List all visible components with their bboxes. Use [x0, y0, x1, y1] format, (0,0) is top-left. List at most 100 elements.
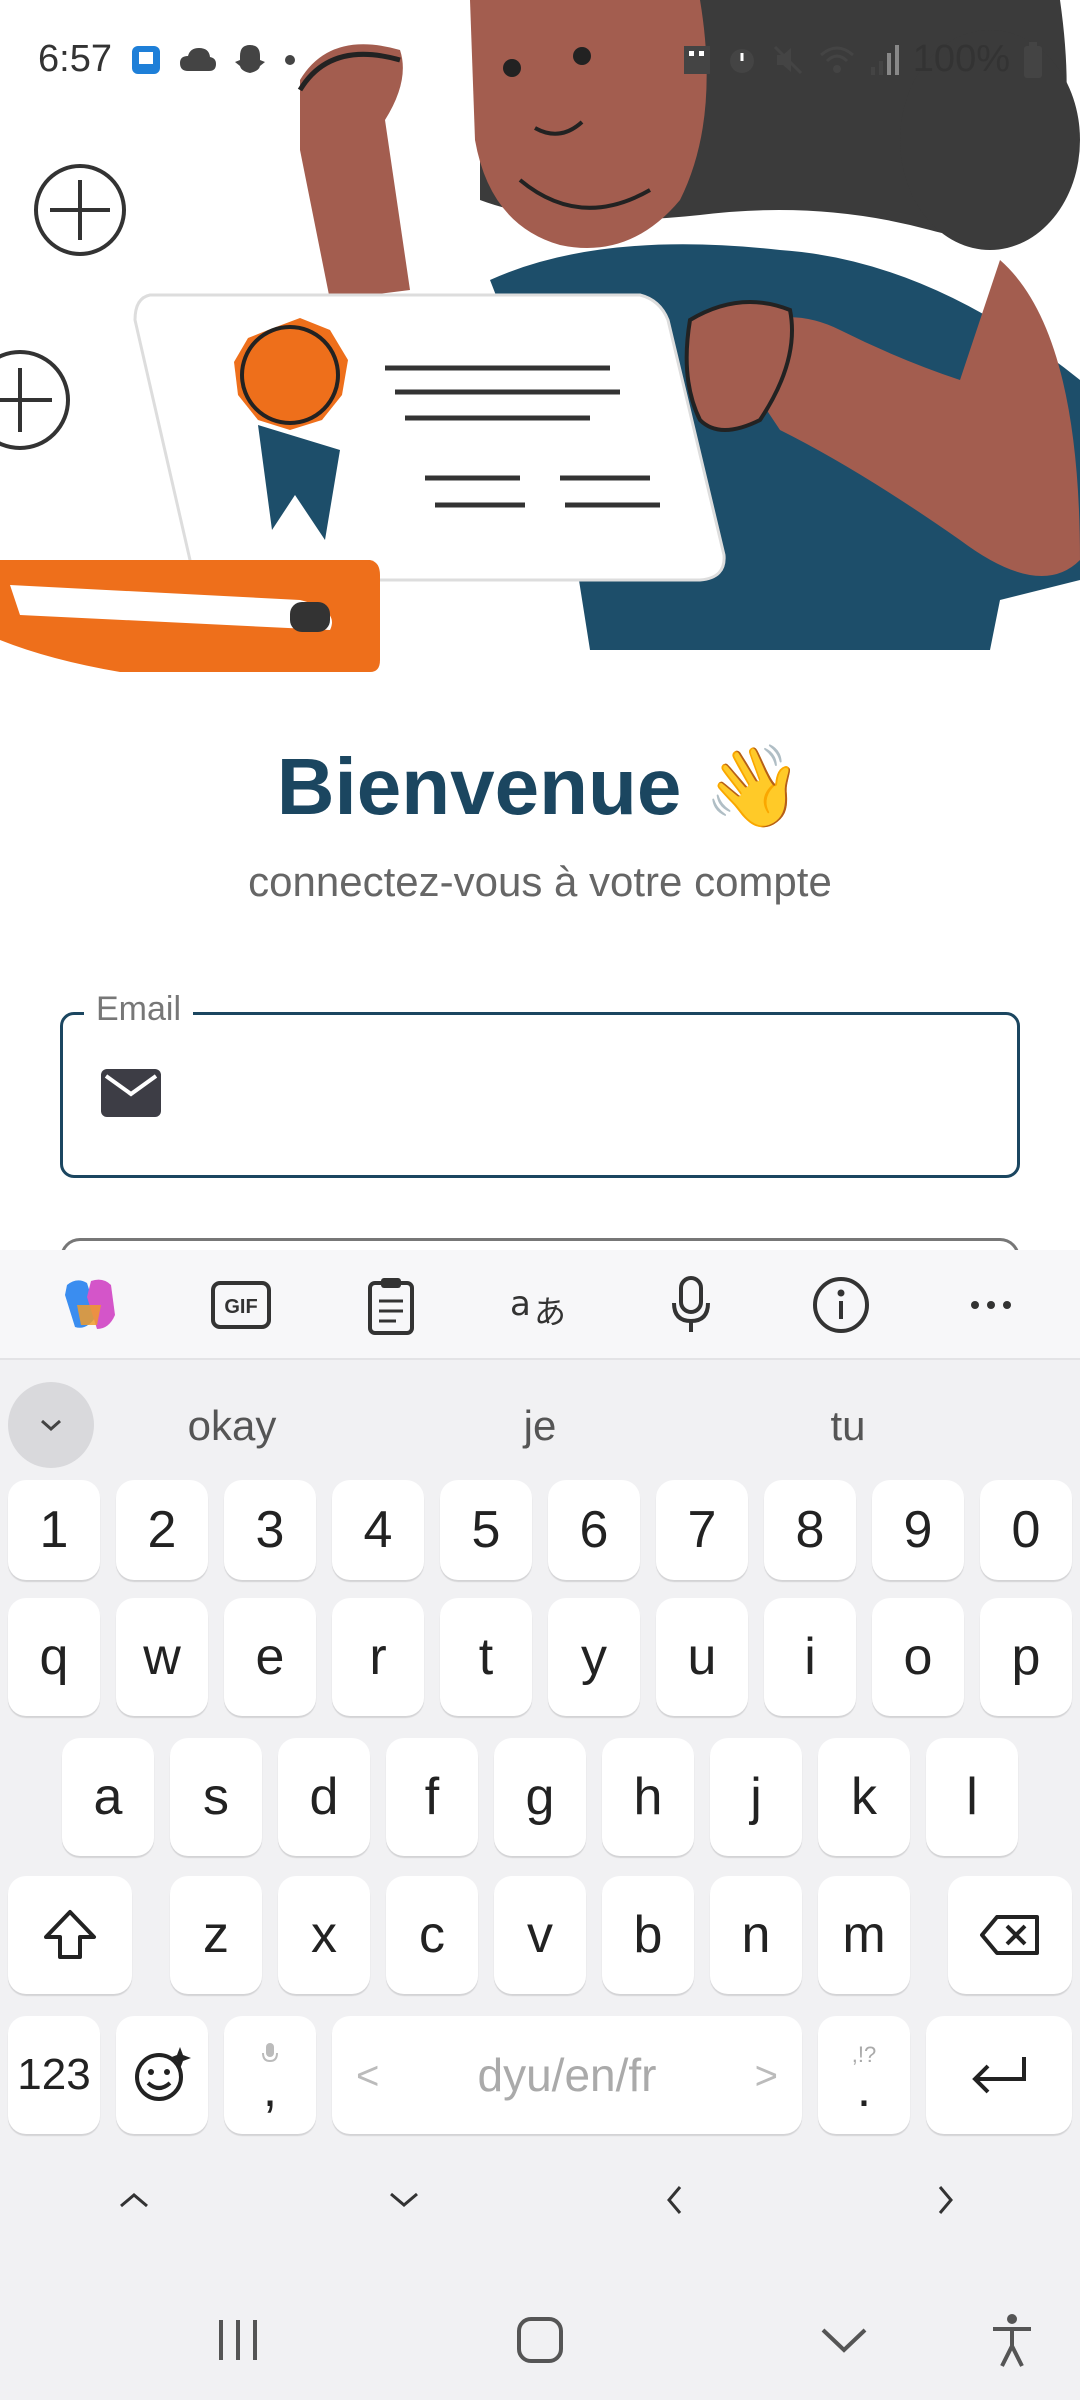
- key-o[interactable]: o: [872, 1598, 964, 1716]
- copilot-icon[interactable]: [54, 1272, 124, 1338]
- mail-icon: [101, 1069, 161, 1117]
- comma-key[interactable]: ,: [224, 2016, 316, 2134]
- key-z[interactable]: z: [170, 1876, 262, 1994]
- chevron-left-icon: <: [356, 2054, 380, 2098]
- alarm-icon: [729, 48, 754, 73]
- key-f[interactable]: f: [386, 1738, 478, 1856]
- microphone-icon[interactable]: [656, 1272, 726, 1338]
- cursor-left-button[interactable]: [644, 2170, 704, 2230]
- numbers-key[interactable]: 123: [8, 2016, 100, 2134]
- key-k[interactable]: k: [818, 1738, 910, 1856]
- collapse-toolbar-button[interactable]: [8, 1382, 94, 1468]
- key-9[interactable]: 9: [872, 1480, 964, 1580]
- recent-apps-button[interactable]: [198, 2310, 278, 2370]
- app-notification-icon: [132, 46, 160, 74]
- email-field[interactable]: [60, 1012, 1020, 1178]
- email-label: Email: [84, 990, 194, 1029]
- suggestion-bar: okay je tu: [0, 1360, 1080, 1475]
- svg-text:あ: あ: [534, 1293, 566, 1331]
- building-icon: [683, 45, 710, 74]
- cursor-nav-row: [0, 2170, 1080, 2230]
- key-y[interactable]: y: [548, 1598, 640, 1716]
- key-8[interactable]: 8: [764, 1480, 856, 1580]
- key-w[interactable]: w: [116, 1598, 208, 1716]
- chevron-down-icon: [390, 2192, 418, 2207]
- welcome-subtitle: connectez-vous à votre compte: [248, 858, 832, 905]
- welcome-title: Bienvenue 👋: [0, 740, 1080, 834]
- cursor-up-button[interactable]: [104, 2170, 164, 2230]
- battery-percentage: 100%: [912, 38, 1010, 80]
- key-7[interactable]: 7: [656, 1480, 748, 1580]
- dot-icon: [285, 55, 295, 65]
- key-v[interactable]: v: [494, 1876, 586, 1994]
- key-1[interactable]: 1: [8, 1480, 100, 1580]
- gif-icon[interactable]: GIF: [206, 1272, 276, 1338]
- key-d[interactable]: d: [278, 1738, 370, 1856]
- battery-icon: [1024, 41, 1042, 78]
- signal-icon: [870, 44, 899, 75]
- enter-icon: [972, 2057, 1026, 2094]
- chevron-up-icon: [120, 2193, 148, 2208]
- welcome-title-text: Bienvenue: [276, 742, 682, 831]
- chevron-left-icon: [667, 2186, 682, 2214]
- key-s[interactable]: s: [170, 1738, 262, 1856]
- system-navigation-bar: [0, 2270, 1080, 2400]
- key-b[interactable]: b: [602, 1876, 694, 1994]
- chevron-down-icon: [821, 2328, 867, 2353]
- system-status-icons: 100%: [681, 38, 1044, 81]
- cursor-right-button[interactable]: [916, 2170, 976, 2230]
- status-time: 6:57: [38, 38, 112, 80]
- period-label: .: [856, 2060, 872, 2118]
- accessibility-icon: [993, 2314, 1031, 2367]
- shift-icon: [44, 1910, 96, 1959]
- more-icon[interactable]: [956, 1272, 1026, 1338]
- recent-apps-icon: [219, 2320, 257, 2360]
- chevron-down-icon: [41, 1419, 61, 1432]
- emoji-key[interactable]: [116, 2016, 208, 2134]
- suggestion-item[interactable]: okay: [132, 1402, 332, 1450]
- key-l[interactable]: l: [926, 1738, 1018, 1856]
- hide-keyboard-button[interactable]: [804, 2310, 884, 2370]
- key-6[interactable]: 6: [548, 1480, 640, 1580]
- key-e[interactable]: e: [224, 1598, 316, 1716]
- key-g[interactable]: g: [494, 1738, 586, 1856]
- key-u[interactable]: u: [656, 1598, 748, 1716]
- key-x[interactable]: x: [278, 1876, 370, 1994]
- shift-key[interactable]: [8, 1876, 132, 1994]
- chevron-right-icon: [938, 2186, 953, 2214]
- key-h[interactable]: h: [602, 1738, 694, 1856]
- backspace-key[interactable]: [948, 1876, 1072, 1994]
- mute-icon: [773, 45, 802, 74]
- key-0[interactable]: 0: [980, 1480, 1072, 1580]
- translate-icon[interactable]: aあ: [506, 1272, 576, 1338]
- key-t[interactable]: t: [440, 1598, 532, 1716]
- key-p[interactable]: p: [980, 1598, 1072, 1716]
- key-3[interactable]: 3: [224, 1480, 316, 1580]
- home-button[interactable]: [500, 2310, 580, 2370]
- key-a[interactable]: a: [62, 1738, 154, 1856]
- space-language-label: dyu/en/fr: [477, 2049, 657, 2101]
- clipboard-icon[interactable]: [356, 1272, 426, 1338]
- key-4[interactable]: 4: [332, 1480, 424, 1580]
- wifi-icon: [819, 46, 854, 73]
- cloud-icon: [180, 48, 216, 71]
- cursor-down-button[interactable]: [374, 2170, 434, 2230]
- key-r[interactable]: r: [332, 1598, 424, 1716]
- key-j[interactable]: j: [710, 1738, 802, 1856]
- key-n[interactable]: n: [710, 1876, 802, 1994]
- accessibility-button[interactable]: [972, 2310, 1052, 2370]
- keyboard-toolbar: GIF aあ: [0, 1250, 1080, 1360]
- space-bar[interactable]: < dyu/en/fr >: [332, 2016, 802, 2134]
- period-key[interactable]: ,!? .: [818, 2016, 910, 2134]
- key-m[interactable]: m: [818, 1876, 910, 1994]
- wave-emoji: 👋: [703, 742, 804, 831]
- key-2[interactable]: 2: [116, 1480, 208, 1580]
- enter-key[interactable]: [926, 2016, 1072, 2134]
- key-c[interactable]: c: [386, 1876, 478, 1994]
- key-q[interactable]: q: [8, 1598, 100, 1716]
- suggestion-item[interactable]: tu: [748, 1402, 948, 1450]
- key-i[interactable]: i: [764, 1598, 856, 1716]
- info-icon[interactable]: [806, 1272, 876, 1338]
- suggestion-item[interactable]: je: [440, 1402, 640, 1450]
- key-5[interactable]: 5: [440, 1480, 532, 1580]
